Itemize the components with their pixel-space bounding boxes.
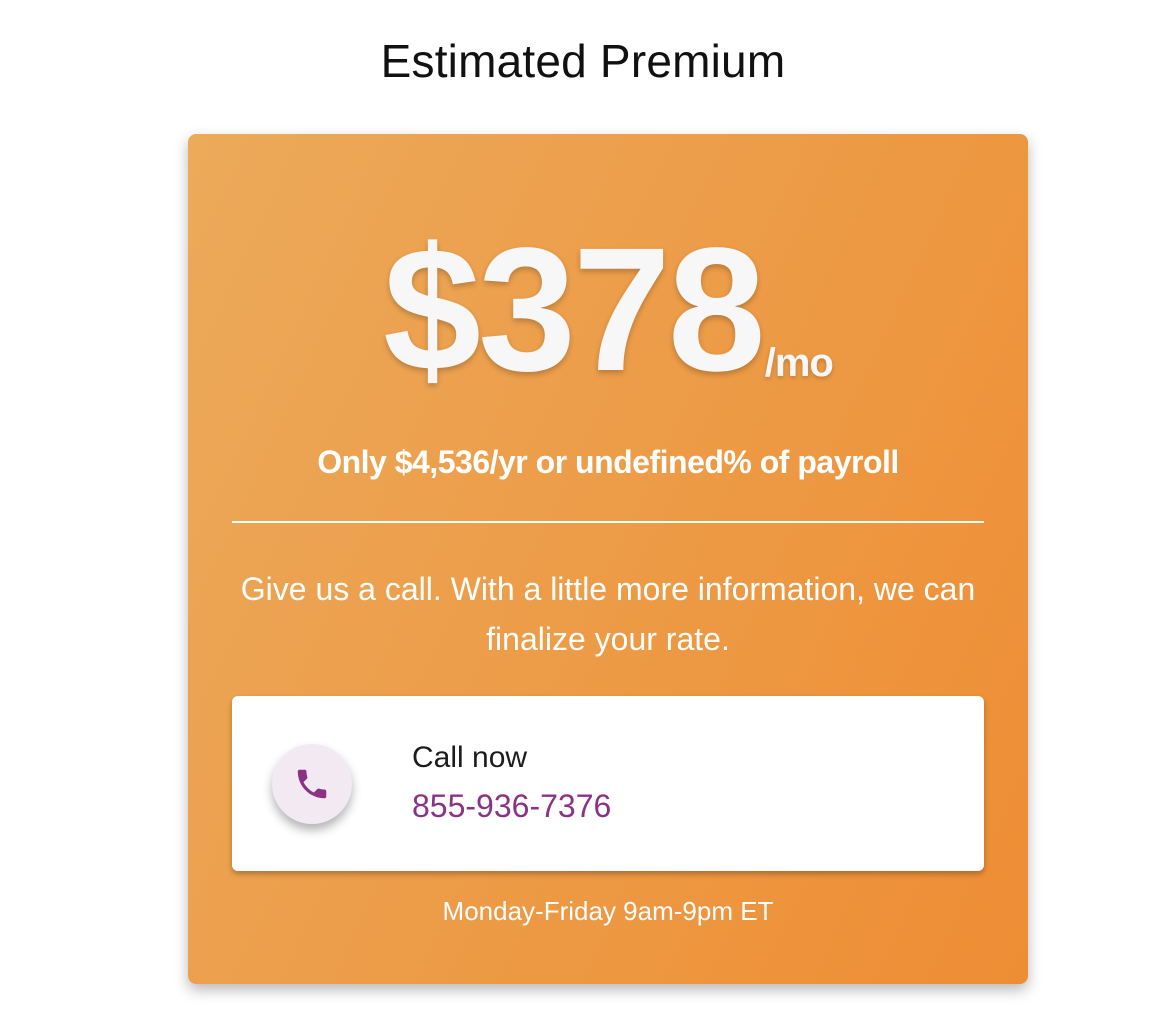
price-period: /mo	[764, 341, 834, 385]
divider	[232, 521, 984, 523]
phone-number-link[interactable]: 855-936-7376	[412, 788, 611, 825]
annual-summary: Only $4,536/yr or undefined% of payroll	[317, 444, 899, 480]
call-now-card[interactable]: Call now 855-936-7376	[232, 696, 984, 871]
phone-icon[interactable]	[272, 744, 352, 824]
price-row: $378 /mo	[188, 222, 1028, 398]
business-hours: Monday-Friday 9am-9pm ET	[442, 896, 774, 926]
call-now-label: Call now	[412, 741, 528, 774]
monthly-price: $378	[383, 212, 766, 408]
call-message: Give us a call. With a little more infor…	[240, 571, 976, 657]
premium-card: $378 /mo Only $4,536/yr or undefined% of…	[188, 134, 1028, 984]
page-title: Estimated Premium	[380, 35, 786, 87]
